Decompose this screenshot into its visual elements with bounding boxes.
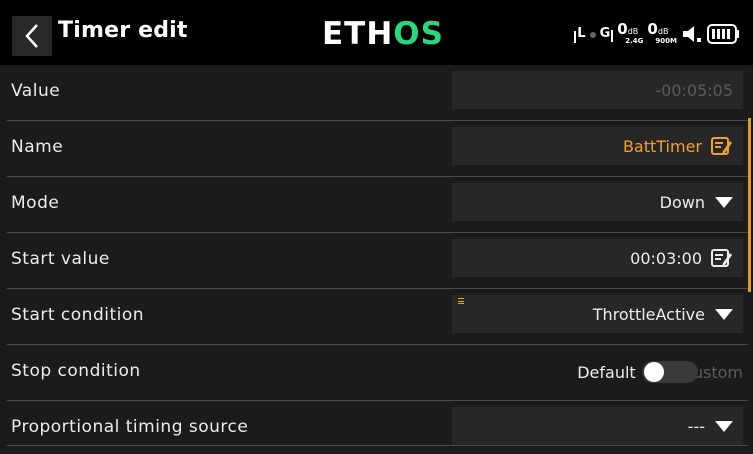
stop-condition-label: Stop condition [11,361,141,381]
value-label: Value [11,81,61,101]
row-mode: Mode Down [0,177,753,232]
mode-label: Mode [11,193,60,213]
page-title: Timer edit [58,18,188,43]
rssi-900: 0dB 900M [647,20,677,45]
row-start-condition: Start condition ThrottleActive [0,289,753,344]
toggle-knob [643,362,664,382]
edit-icon [711,137,732,155]
logic-switch-marker-icon [458,298,464,304]
status-dot [589,32,596,38]
row-proportional-source: Proportional timing source --- [0,401,753,454]
speaker-icon[interactable] [681,23,703,45]
name-field[interactable]: BattTimer [452,127,743,165]
status-g-indicator: G [600,22,614,46]
start-condition-label: Start condition [11,305,145,325]
battery-icon [707,24,739,44]
back-button[interactable] [12,16,52,56]
row-stop-condition: Stop condition Default Custom [0,345,753,400]
rssi-2g4: 0dB 2.4G [617,20,644,45]
top-bar: Timer edit ETHOS L G 0dB 2.4G 0dB 900M [0,0,753,65]
stop-condition-toggle[interactable] [641,361,698,383]
name-label: Name [11,137,64,157]
start-value-field[interactable]: 00:03:00 [452,239,743,277]
row-start-value: Start value 00:03:00 [0,233,753,288]
timer-settings-list: Value -00:05:05 Name BattTimer Mode Down… [0,65,753,454]
stop-condition-toggle-group: Default Custom [577,361,743,383]
start-condition-dropdown[interactable]: ThrottleActive [452,295,743,333]
divider [7,445,748,446]
row-value: Value -00:05:05 [0,65,753,120]
value-field: -00:05:05 [452,71,743,109]
dropdown-arrow-icon [715,196,733,208]
dropdown-arrow-icon [715,308,733,320]
status-bar: L G 0dB 2.4G 0dB 900M [574,22,741,48]
status-l-indicator: L [574,22,586,46]
start-value-label: Start value [11,249,110,269]
dropdown-arrow-icon [715,420,733,432]
default-option-label: Default [577,362,636,382]
row-name: Name BattTimer [0,121,753,176]
proportional-source-dropdown[interactable]: --- [452,407,743,445]
ethos-logo: ETHOS [322,16,444,52]
chevron-left-icon [25,24,38,48]
proportional-source-label: Proportional timing source [11,417,249,437]
edit-icon [711,249,732,267]
mode-dropdown[interactable]: Down [452,183,743,221]
scrollbar[interactable] [748,118,751,292]
